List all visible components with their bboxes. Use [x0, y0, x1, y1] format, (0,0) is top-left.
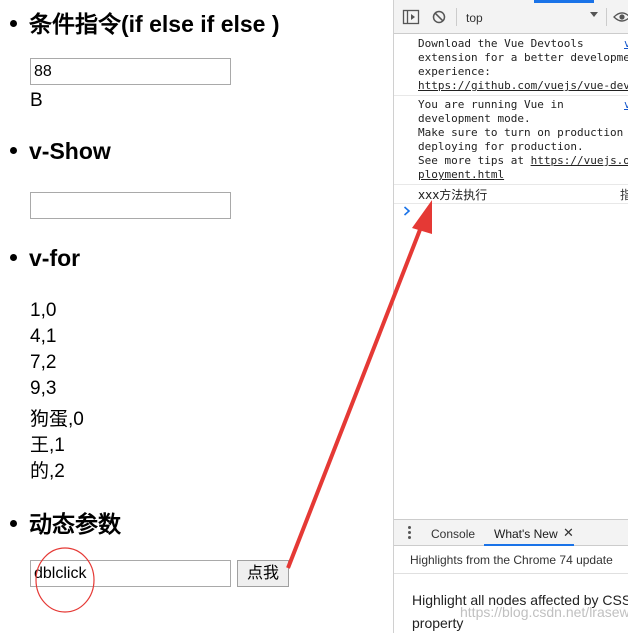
vfor-item: 1,0	[30, 300, 57, 321]
devtools-panel: top Download the Vue Devtools extension …	[393, 0, 628, 633]
tab-whats-new[interactable]: What's New	[494, 527, 558, 541]
condition-input[interactable]	[30, 58, 231, 85]
section-heading-dynamic-args: 动态参数	[10, 505, 121, 539]
vshow-input[interactable]	[30, 192, 231, 219]
source-link[interactable]: v	[624, 37, 628, 51]
bullet	[10, 254, 17, 262]
clear-console-icon[interactable]	[430, 9, 448, 25]
vfor-item: 的,2	[30, 461, 65, 482]
message-line: experience:	[418, 65, 491, 78]
vfor-item: 王,1	[30, 435, 65, 456]
devtools-download-link[interactable]: https://github.com/vuejs/vue-dev	[418, 79, 628, 92]
watermark-text: https://blog.csdn.net/lrasewell	[460, 604, 628, 620]
section-heading-vshow: v-Show	[10, 138, 111, 165]
source-link[interactable]: 指	[620, 188, 628, 202]
close-icon[interactable]: ✕	[563, 525, 574, 541]
source-link[interactable]: v	[624, 98, 628, 112]
message-line: You are running Vue in	[418, 98, 564, 111]
chevron-down-icon[interactable]	[589, 11, 599, 19]
section-heading-vfor: v-for	[10, 245, 80, 272]
toolbar-separator	[456, 8, 457, 26]
more-options-icon[interactable]	[408, 526, 411, 540]
toolbar-separator	[606, 8, 607, 26]
console-prompt-icon[interactable]	[403, 206, 411, 216]
bullet	[10, 20, 17, 28]
vue-demo-page: 条件指令(if else if else ) B v-Show v-for 1,…	[0, 0, 393, 633]
log-text: xxx方法执行	[418, 188, 488, 202]
tab-console[interactable]: Console	[431, 527, 475, 541]
vue-docs-link-continued[interactable]: ployment.html	[418, 168, 504, 181]
message-link[interactable]: https://github.com/vuejs/vue-dev	[418, 79, 628, 93]
vfor-item: 9,3	[30, 378, 57, 399]
vfor-item: 7,2	[30, 352, 57, 373]
message-line: Download the Vue Devtools	[418, 37, 584, 50]
message-line: extension for a better developme	[418, 51, 628, 64]
drawer-tabbar: Console What's New ✕	[394, 519, 628, 546]
section-heading-conditional: 条件指令(if else if else )	[10, 5, 280, 39]
click-me-button[interactable]: 点我	[237, 560, 289, 587]
context-selector[interactable]: top	[466, 11, 483, 25]
vfor-item: 狗蛋,0	[30, 409, 84, 430]
console-log-method-executed: xxx方法执行 指	[394, 185, 628, 204]
condition-result-text: B	[30, 90, 43, 111]
vfor-item: 4,1	[30, 326, 57, 347]
message-line: development mode.	[418, 112, 531, 125]
console-message-dev-mode: You are running Vue in development mode.…	[394, 96, 628, 185]
console-toolbar: top	[394, 0, 628, 34]
dynamic-event-input[interactable]	[30, 560, 231, 587]
whats-new-highlights: Highlights from the Chrome 74 update	[394, 546, 628, 574]
vue-docs-link[interactable]: https://vuejs.o	[531, 154, 628, 167]
message-link[interactable]: ployment.html	[418, 168, 504, 182]
bullet	[10, 147, 17, 155]
message-line: Make sure to turn on production	[418, 126, 624, 139]
eye-icon[interactable]	[613, 9, 628, 25]
bullet	[10, 520, 17, 528]
active-tab-indicator	[534, 0, 594, 3]
console-message-devtools-hint: Download the Vue Devtools extension for …	[394, 34, 628, 96]
message-line: deploying for production.	[418, 140, 584, 153]
message-line: See more tips at https://vuejs.o	[418, 154, 628, 168]
sidebar-toggle-icon[interactable]	[402, 9, 420, 25]
message-text: See more tips at	[418, 154, 531, 167]
